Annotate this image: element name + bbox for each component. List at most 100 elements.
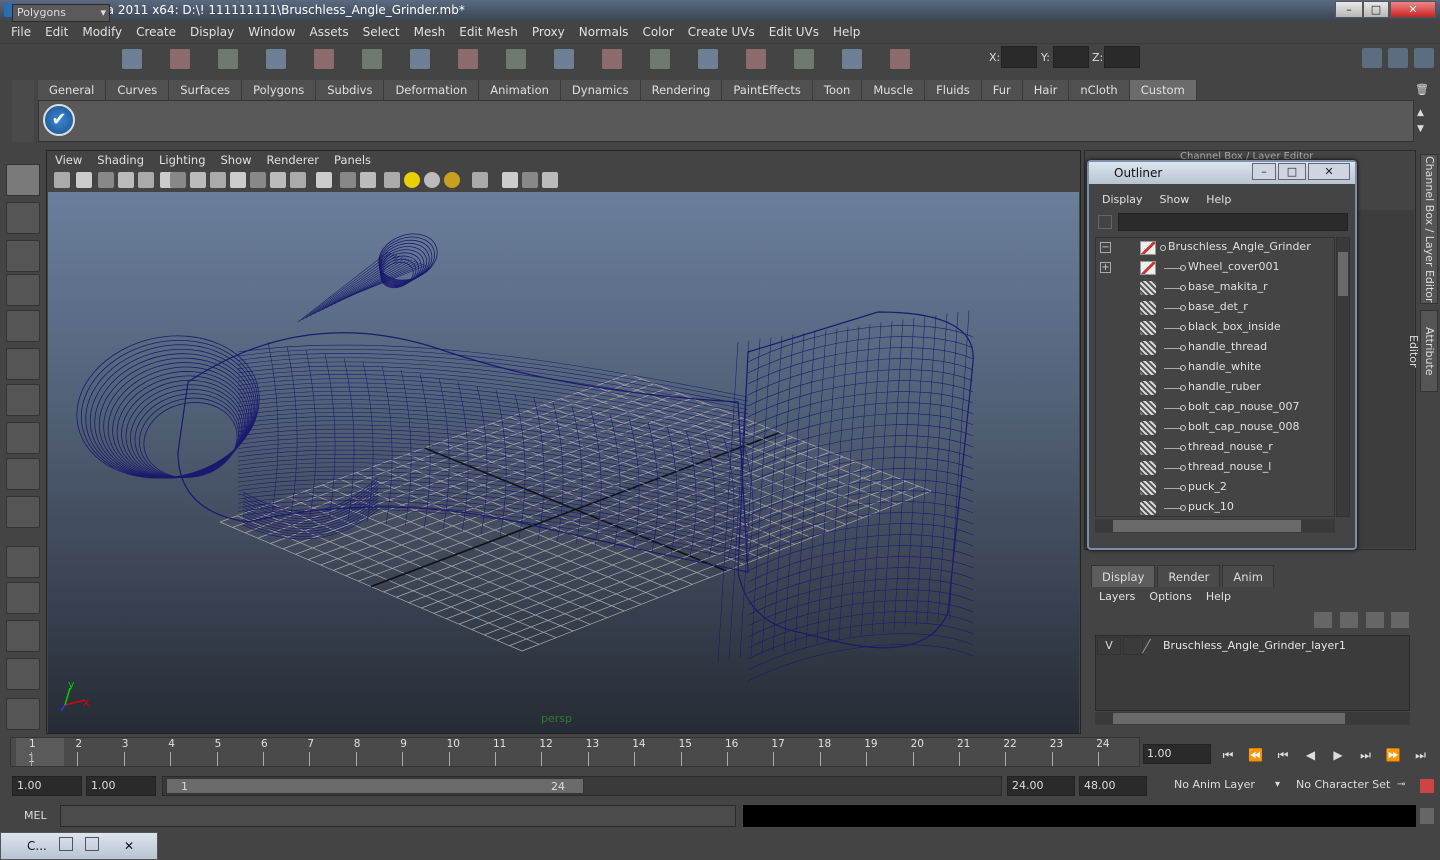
close-button[interactable]: ✕ — [1390, 1, 1436, 18]
current-frame-marker[interactable]: 1 — [16, 738, 64, 766]
lasso-tool-icon[interactable] — [6, 202, 40, 234]
menu-normals[interactable]: Normals — [572, 25, 636, 39]
layer-visibility-toggle[interactable]: V — [1097, 637, 1121, 655]
menu-edit[interactable]: Edit — [38, 25, 75, 39]
shelf-tab-general[interactable]: General — [38, 80, 107, 100]
shelf-menu-handle[interactable] — [12, 80, 34, 142]
viewport-menu-show[interactable]: Show — [214, 151, 260, 169]
range-slider-handle[interactable]: 1 24 — [166, 778, 584, 794]
graph-layout-icon[interactable] — [6, 658, 40, 690]
scale-tool-icon[interactable] — [6, 348, 40, 380]
select-camera-icon[interactable] — [54, 172, 70, 188]
snap-curve-icon[interactable] — [362, 49, 382, 69]
outliner-layout-icon[interactable] — [6, 620, 40, 652]
use-all-lights-icon[interactable] — [404, 172, 420, 188]
shelf-tab-rendering[interactable]: Rendering — [640, 80, 723, 100]
mel-label[interactable]: MEL — [24, 809, 47, 822]
end-range-field[interactable]: 24.00 — [1007, 776, 1075, 796]
outliner-item[interactable]: thread_nouse_r — [1096, 438, 1334, 458]
go-to-end-icon[interactable]: ⏭ — [1410, 746, 1432, 764]
render-current-frame-icon[interactable] — [746, 49, 766, 69]
minimized-window[interactable]: C... ✕ — [0, 832, 158, 860]
show-tool-settings-icon[interactable] — [1414, 48, 1434, 68]
textured-icon[interactable] — [384, 172, 400, 188]
show-attribute-editor-icon[interactable] — [1388, 48, 1408, 68]
select-tool-icon[interactable] — [6, 164, 40, 196]
grid-icon[interactable] — [170, 172, 186, 188]
outliner-item[interactable]: handle_white — [1096, 358, 1334, 378]
shelf-tab-muscle[interactable]: Muscle — [862, 80, 926, 100]
render-settings-icon[interactable] — [842, 49, 862, 69]
outliner-close-button[interactable]: ✕ — [1308, 163, 1350, 180]
shelf-tab-fluids[interactable]: Fluids — [925, 80, 982, 100]
end-time-field[interactable]: 48.00 — [1079, 776, 1147, 796]
soft-modification-icon[interactable] — [6, 422, 40, 454]
four-pane-layout-icon[interactable] — [6, 582, 40, 614]
viewport-menu-lighting[interactable]: Lighting — [152, 151, 213, 169]
outliner-item[interactable]: puck_10 — [1096, 498, 1334, 516]
z-input[interactable] — [1104, 46, 1140, 68]
shelf-scroll-down-icon[interactable]: ▼ — [1417, 124, 1424, 134]
maximize-button[interactable]: □ — [1363, 1, 1389, 18]
outliner-item[interactable]: puck_2 — [1096, 478, 1334, 498]
field-chart-icon[interactable] — [250, 172, 266, 188]
safe-title-icon[interactable] — [290, 172, 306, 188]
layer-tab-anim[interactable]: Anim — [1222, 565, 1274, 587]
snap-point-icon[interactable] — [410, 49, 430, 69]
outliner-vertical-scrollbar[interactable] — [1336, 237, 1350, 517]
shelf-tab-animation[interactable]: Animation — [479, 80, 561, 100]
lock-selection-icon[interactable] — [266, 49, 286, 69]
layer-tab-render[interactable]: Render — [1157, 565, 1221, 587]
history-icon[interactable] — [554, 49, 574, 69]
step-forward-frame-icon[interactable]: ⏭ — [1355, 746, 1377, 764]
check-icon[interactable]: ✔ — [43, 104, 75, 136]
character-set-select[interactable]: No Character Set — [1292, 776, 1392, 796]
input-ops-icon[interactable] — [602, 49, 622, 69]
shelf-tab-fur[interactable]: Fur — [981, 80, 1023, 100]
make-live-icon[interactable] — [506, 49, 526, 69]
outliner-item[interactable]: handle_ruber — [1096, 378, 1334, 398]
bookmarks-icon[interactable] — [98, 172, 114, 188]
menu-display[interactable]: Display — [183, 25, 241, 39]
layer-menu-help[interactable]: Help — [1199, 588, 1238, 606]
layer-editor-scrollbar[interactable] — [1095, 712, 1410, 725]
key-icon[interactable]: ⊸ — [1397, 779, 1405, 790]
start-range-field[interactable]: 1.00 — [86, 776, 156, 796]
default-material-icon[interactable] — [360, 172, 376, 188]
gate-mask-icon[interactable] — [230, 172, 246, 188]
menu-create[interactable]: Create — [129, 25, 183, 39]
ambient-occlusion-icon[interactable] — [444, 172, 460, 188]
menu-modify[interactable]: Modify — [75, 25, 129, 39]
viewport-menu-panels[interactable]: Panels — [327, 151, 379, 169]
outliner-maximize-button[interactable]: □ — [1278, 163, 1306, 180]
resolution-gate-icon[interactable] — [210, 172, 226, 188]
2d-pan-zoom-icon[interactable] — [138, 172, 154, 188]
shelf-tab-hair[interactable]: Hair — [1022, 80, 1070, 100]
smooth-shade-icon[interactable] — [340, 172, 356, 188]
shadows-icon[interactable] — [424, 172, 440, 188]
camera-attributes-icon[interactable] — [76, 172, 92, 188]
move-tool-icon[interactable] — [6, 274, 40, 306]
play-backwards-icon[interactable]: ◀ — [1300, 746, 1322, 764]
anim-layer-select[interactable]: No Anim Layer — [1170, 776, 1270, 796]
menu-help[interactable]: Help — [826, 25, 867, 39]
outliner-item[interactable]: thread_nouse_l — [1096, 458, 1334, 478]
shelf-tab-painteffects[interactable]: PaintEffects — [722, 80, 813, 100]
output-ops-icon[interactable] — [650, 49, 670, 69]
viewport-menu-view[interactable]: View — [48, 151, 90, 169]
outliner-item[interactable]: base_makita_r — [1096, 278, 1334, 298]
viewport-menu-shading[interactable]: Shading — [90, 151, 152, 169]
construction-history-icon[interactable] — [698, 49, 718, 69]
outliner-item[interactable]: handle_thread — [1096, 338, 1334, 358]
play-forwards-icon[interactable]: ▶ — [1327, 746, 1349, 764]
menu-window[interactable]: Window — [241, 25, 302, 39]
x-input[interactable] — [1001, 46, 1037, 68]
outliner-item[interactable]: bolt_cap_nouse_007 — [1096, 398, 1334, 418]
new-layer-selected-icon[interactable] — [1391, 612, 1409, 628]
y-input[interactable] — [1053, 46, 1089, 68]
snap-view-plane-icon[interactable] — [458, 49, 478, 69]
shelf-tab-polygons[interactable]: Polygons — [242, 80, 317, 100]
menu-proxy[interactable]: Proxy — [525, 25, 572, 39]
outliner-scroll-thumb[interactable] — [1338, 252, 1348, 296]
menu-mesh[interactable]: Mesh — [407, 25, 453, 39]
